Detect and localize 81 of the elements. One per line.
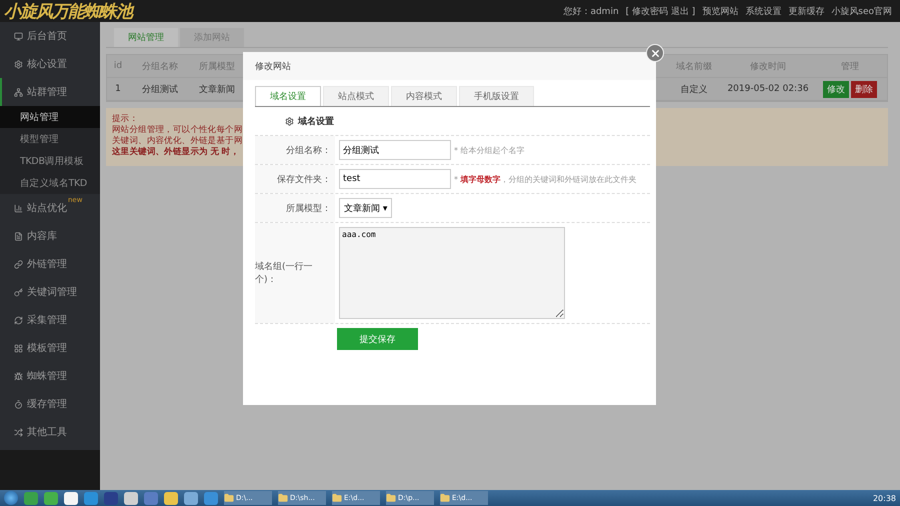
tip-text: 网站分组管理，可以个性化每个网 [112, 125, 243, 136]
delete-button[interactable]: 删除 [851, 80, 877, 98]
column-header: 分组名称 [129, 55, 191, 78]
table-cell: 自定义 [665, 78, 723, 101]
sidebar-subitem[interactable]: 自定义域名TKD [0, 172, 100, 194]
text-field[interactable]: 分组测试 [339, 140, 451, 160]
column-header: 管理 [813, 55, 887, 78]
header-link[interactable]: 预览网站 [702, 4, 738, 18]
close-icon [650, 48, 660, 58]
table-cell: 1 [107, 78, 129, 101]
sidebar-item[interactable]: 缓存管理 [0, 390, 100, 418]
header-link[interactable]: 系统设置 [745, 4, 782, 18]
dialog-tab[interactable]: 域名设置 [255, 86, 321, 106]
submit-button[interactable]: 提交保存 [337, 328, 418, 350]
monitor-icon [14, 32, 23, 40]
refresh-icon [14, 316, 23, 324]
tip-title: 提示： [112, 114, 138, 125]
field-label: 保存文件夹： [255, 165, 335, 193]
shuffle-icon [14, 428, 23, 436]
dialog-tab[interactable]: 内容模式 [391, 86, 457, 106]
sidebar-item[interactable]: 采集管理 [0, 306, 100, 334]
timer-icon [14, 400, 23, 408]
folder-icon [278, 493, 288, 503]
sidebar-subitem[interactable]: 网站管理 [0, 106, 100, 128]
greeting-label: 您好：admin [563, 6, 619, 18]
sidebar-item[interactable]: 模板管理 [0, 334, 100, 362]
folder-icon [332, 493, 342, 503]
dialog-tab[interactable]: 手机版设置 [459, 86, 534, 106]
field-label: 所属模型： [255, 194, 335, 222]
header-link[interactable]: 小旋风seo官网 [831, 4, 892, 18]
tip-text: 关键词、内容优化、外链是基于网 [112, 136, 243, 146]
field-hint: *填字母数字，分组的关键词和外链词放在此文件夹 [454, 174, 637, 184]
taskbar-app-icon[interactable] [64, 492, 78, 504]
key-icon [14, 288, 23, 296]
table-cell: 2019-05-02 02:36 [723, 78, 813, 101]
sidebar-item[interactable]: 后台首页 [0, 22, 100, 50]
app-logo: 小旋风万能蜘蛛池 [4, 0, 132, 22]
section-title: 域名设置 [298, 116, 334, 128]
gear-icon [285, 116, 294, 126]
taskbar-app-icon[interactable] [164, 492, 178, 504]
gear-icon [14, 60, 23, 68]
taskbar-app-icon[interactable] [44, 492, 58, 504]
folder-icon [440, 493, 450, 503]
model-select[interactable]: 文章新闻 ▾ [339, 198, 392, 218]
taskbar-app-icon[interactable] [124, 492, 138, 504]
sidebar-item[interactable]: 内容库 [0, 222, 100, 250]
tip-text: 这里关键词、外链显示为 无 时， [112, 147, 240, 158]
grid-icon [14, 344, 23, 352]
column-header: 域名前缀 [665, 55, 723, 78]
clock-text: 20:38 [872, 494, 896, 502]
sidebar-item[interactable]: 其他工具 [0, 418, 100, 446]
folder-icon [386, 493, 396, 503]
bug-icon [14, 372, 23, 380]
dialog-title: 修改网站 [243, 52, 656, 80]
dialog-tab[interactable]: 站点模式 [323, 86, 389, 106]
start-button[interactable] [4, 491, 18, 505]
sidebar-subitem[interactable]: TKDB调用模板 [0, 150, 100, 172]
link-icon [14, 260, 23, 268]
domain-textarea[interactable]: aaa.com [339, 227, 565, 319]
edit-button[interactable]: 修改 [823, 80, 849, 98]
column-header: 修改时间 [723, 55, 813, 78]
header-link[interactable]: 更新缓存 [788, 4, 824, 18]
folder-icon [224, 493, 234, 503]
field-hint: * 给本分组起个名字 [454, 144, 525, 156]
bar-chart-icon [14, 204, 23, 212]
table-cell: 分组测试 [129, 78, 191, 101]
taskbar-app-icon[interactable] [184, 492, 198, 504]
text-field[interactable]: test [339, 169, 451, 189]
sidebar-item[interactable]: 关键词管理 [0, 278, 100, 306]
field-label: 域名组(一行一个)： [255, 223, 335, 323]
sidebar-item[interactable]: 核心设置 [0, 50, 100, 78]
header-link[interactable]: [ 修改密码 退出 ] [626, 4, 696, 18]
close-button[interactable] [646, 44, 664, 62]
field-label: 分组名称： [255, 136, 335, 164]
column-header: id [107, 55, 129, 78]
page-tab[interactable]: 网站管理 [114, 28, 178, 47]
document-icon [14, 232, 23, 240]
network-icon [14, 88, 23, 96]
sidebar-item[interactable]: 外链管理 [0, 250, 100, 278]
sidebar-item[interactable]: 蜘蛛管理 [0, 362, 100, 390]
sidebar-subitem[interactable]: 模型管理 [0, 128, 100, 150]
